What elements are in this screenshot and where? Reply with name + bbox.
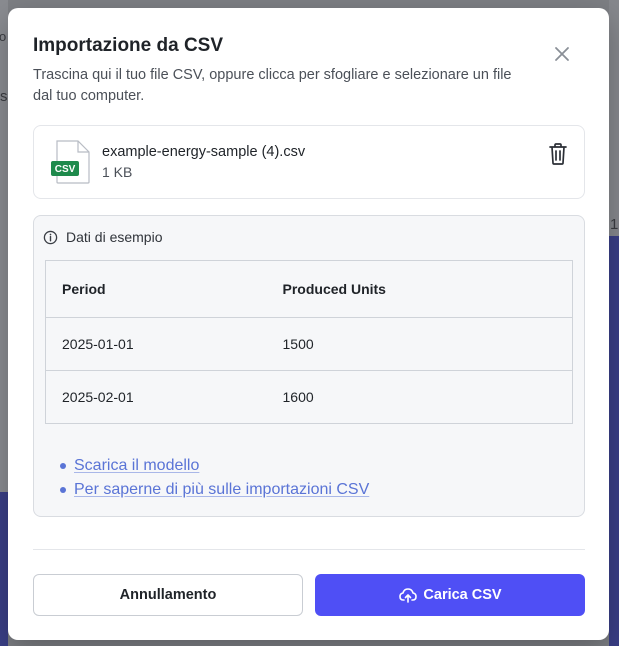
- background-fragment: on: [0, 29, 7, 44]
- footer-divider: [33, 549, 585, 550]
- upload-csv-button[interactable]: Carica CSV: [315, 574, 585, 616]
- column-header: Period: [45, 260, 283, 318]
- file-name: example-energy-sample (4).csv: [102, 144, 306, 160]
- table-row: 2025-01-01 1500: [45, 317, 573, 371]
- background-fragment: s: [0, 88, 8, 105]
- csv-file-icon: CSV: [51, 140, 91, 184]
- cloud-upload-icon: [399, 588, 418, 603]
- uploaded-file-card: CSV example-energy-sample (4).csv 1 KB: [33, 125, 585, 199]
- background-right-panel: [609, 236, 619, 646]
- sample-data-header: Dati di esempio: [43, 229, 163, 245]
- info-icon: [43, 230, 58, 244]
- cancel-button[interactable]: Annullamento: [33, 574, 303, 616]
- close-icon[interactable]: [552, 44, 572, 64]
- download-template-link[interactable]: Scarica il modello: [74, 457, 199, 475]
- trash-icon[interactable]: [547, 142, 569, 166]
- list-item: Scarica il modello: [60, 454, 369, 478]
- background-left-panel: [0, 492, 8, 646]
- sample-data-title: Dati di esempio: [66, 229, 163, 245]
- bullet-icon: [60, 487, 66, 493]
- table-row: 2025-02-01 1600: [46, 371, 573, 424]
- table-cell: 2025-02-01: [62, 389, 134, 405]
- csv-badge-label: CSV: [55, 164, 76, 175]
- sample-data-panel: Dati di esempio Period Produced Units 20…: [33, 215, 585, 517]
- upload-csv-button-label: Carica CSV: [423, 587, 502, 603]
- list-item: Per saperne di più sulle importazioni CS…: [60, 478, 369, 502]
- dialog-title: Importazione da CSV: [33, 35, 224, 56]
- table-header-row: Period Produced Units: [45, 260, 573, 318]
- column-header: Produced Units: [282, 260, 573, 318]
- dialog-subtitle: Trascina qui il tuo file CSV, oppure cli…: [33, 67, 512, 104]
- background-fragment: 1,: [610, 216, 619, 233]
- help-links: Scarica il modello Per saperne di più su…: [60, 454, 369, 502]
- table-cell: 2025-01-01: [45, 317, 283, 371]
- cancel-button-label: Annullamento: [119, 587, 217, 603]
- file-size: 1 KB: [102, 164, 133, 180]
- table-cell: 1500: [282, 317, 573, 371]
- table-cell: 1600: [282, 389, 314, 405]
- bullet-icon: [60, 463, 66, 469]
- learn-more-link[interactable]: Per saperne di più sulle importazioni CS…: [74, 481, 369, 499]
- csv-import-dialog: Importazione da CSV Trascina qui il tuo …: [8, 8, 609, 640]
- sample-data-table: Period Produced Units 2025-01-01 1500 20…: [45, 260, 573, 424]
